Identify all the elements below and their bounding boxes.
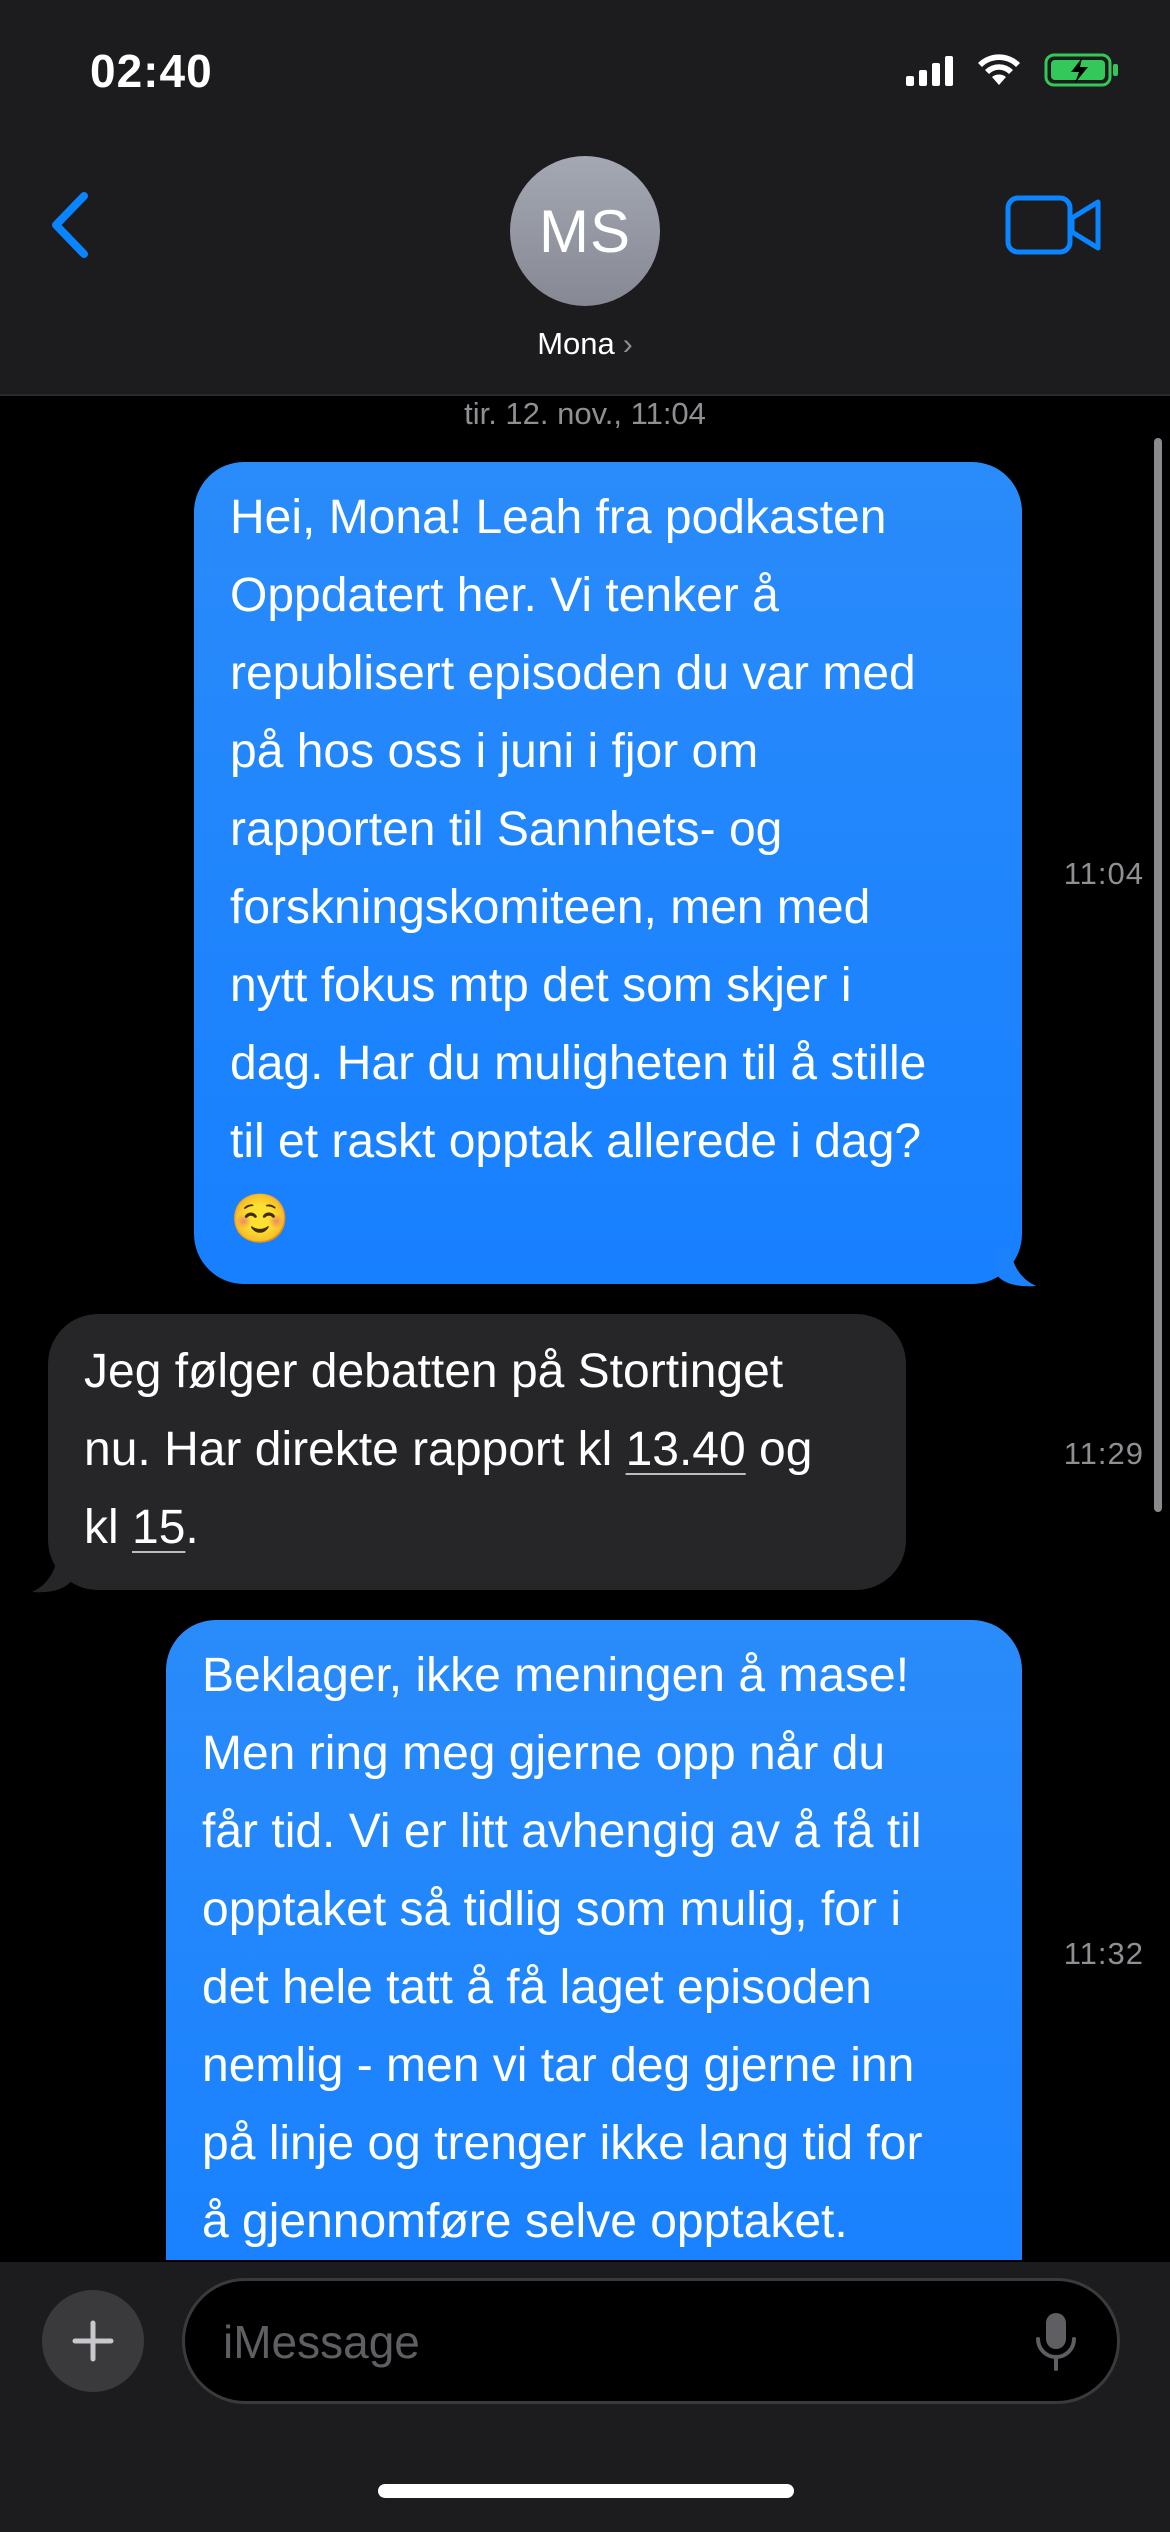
message-time: 11:29 (1063, 1436, 1144, 1471)
message-line: på linje og trenger ikke lang tid for (202, 2117, 923, 2170)
message-line: kl 15. (84, 1489, 876, 1567)
apps-plus-button[interactable] (42, 2290, 144, 2392)
message-text: kl (84, 1501, 132, 1554)
plus-icon (72, 2320, 114, 2362)
message-list[interactable]: tir. 12. nov., 11:04 Hei, Mona! Leah fra… (0, 396, 1170, 2260)
received-message-bubble[interactable]: Jeg følger debatten på Stortinget nu. Ha… (48, 1314, 906, 1590)
message-line: til et raskt opptak allerede i dag? (230, 1115, 922, 1168)
avatar[interactable]: MS (510, 156, 660, 306)
message-line: å gjennomføre selve opptaket. (202, 2195, 848, 2248)
message-input-field[interactable] (182, 2278, 1120, 2404)
wifi-icon (978, 54, 1020, 85)
message-line: får tid. Vi er litt avhengig av å få til (202, 1805, 922, 1858)
message-line: nemlig - men vi tar deg gjerne inn (202, 2039, 915, 2092)
message-text: og (745, 1423, 813, 1476)
status-time: 02:40 (90, 45, 213, 97)
contact-name: Mona (537, 326, 615, 361)
message-time: 11:04 (1063, 856, 1144, 891)
bubble-tail (996, 1248, 1036, 1287)
message-line: Jeg følger debatten på Stortinget (84, 1345, 784, 1398)
sent-message-bubble[interactable]: Beklager, ikke meningen å mase! Men ring… (166, 1620, 1022, 2260)
time-link[interactable]: 15 (132, 1501, 185, 1554)
message-line: nytt fokus mtp det som skjer i (230, 959, 852, 1012)
message-line: opptaket så tidlig som mulig, for i (202, 1883, 901, 1936)
message-line: Hei, Mona! Leah fra podkasten (230, 491, 887, 544)
date-header: tir. 12. nov., 11:04 (464, 396, 706, 431)
message-text: nu. Har direkte rapport kl (84, 1423, 626, 1476)
cellular-signal-icon (906, 56, 953, 86)
video-camera-icon (1005, 195, 1101, 255)
bubble-tail (32, 1554, 72, 1593)
battery-charging-icon (1044, 53, 1118, 87)
message-line: på hos oss i juni i fjor om (230, 725, 759, 778)
message-line: nu. Har direkte rapport kl 13.40 og (84, 1411, 876, 1489)
smiling-face-emoji: ☺️ (230, 1193, 290, 1246)
message-line: dag. Har du muligheten til å stille (230, 1037, 927, 1090)
message-line: Men ring meg gjerne opp når du (202, 1727, 886, 1780)
message-line: Beklager, ikke meningen å mase! (202, 1649, 910, 1702)
home-indicator[interactable] (378, 2484, 794, 2498)
back-chevron-icon (52, 192, 88, 258)
facetime-video-button[interactable] (1004, 190, 1104, 260)
microphone-icon[interactable] (1031, 2311, 1081, 2373)
message-line: forskningskomiteen, men med (230, 881, 871, 934)
input-bar (0, 2262, 1170, 2532)
conversation-header: 02:40 MS Mona › (0, 0, 1170, 396)
avatar-initials: MS (539, 197, 631, 265)
message-line: det hele tatt å få laget episoden (202, 1961, 872, 2014)
back-button[interactable] (40, 180, 100, 270)
message-input[interactable] (221, 2305, 1005, 2379)
message-line: rapporten til Sannhets- og (230, 803, 783, 856)
contact-name-button[interactable]: Mona › (0, 326, 1170, 362)
status-icons (906, 52, 1120, 88)
scrollbar[interactable] (1154, 438, 1162, 1512)
message-text: . (185, 1501, 199, 1554)
chevron-right-icon: › (622, 328, 633, 361)
time-link[interactable]: 13.40 (626, 1423, 746, 1476)
message-time: 11:32 (1063, 1936, 1144, 1971)
message-line: republisert episoden du var med (230, 647, 916, 700)
sent-message-bubble[interactable]: Hei, Mona! Leah fra podkasten Oppdatert … (194, 462, 1022, 1284)
message-line: Oppdatert her. Vi tenker å (230, 569, 779, 622)
